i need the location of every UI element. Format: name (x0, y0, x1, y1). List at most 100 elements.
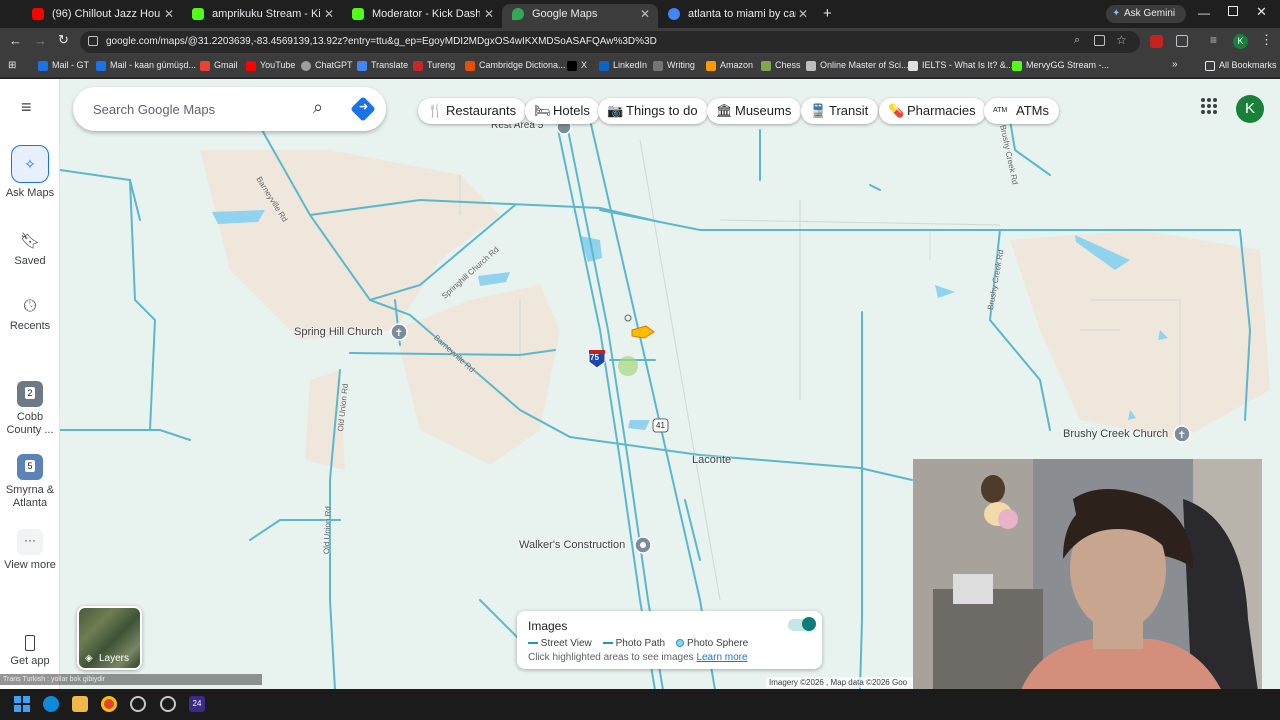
close-tab-icon[interactable]: ✕ (798, 4, 808, 24)
tureng-icon (413, 61, 423, 71)
browser-tab-kick-moderator[interactable]: Moderator - Kick Dashboard ✕ (342, 4, 502, 28)
images-title: Images (528, 619, 568, 633)
bookmark-star-icon[interactable]: ☆ (1116, 33, 1127, 47)
close-window-icon[interactable]: ✕ (1256, 4, 1267, 20)
view-more-button[interactable]: ··· View more (0, 529, 60, 572)
rail-label: Cobb County ... (6, 411, 54, 436)
ask-gemini-button[interactable]: ✦ Ask Gemini (1106, 5, 1186, 23)
browser-tab-kick-stream[interactable]: amprikuku Stream - Kick Dashb ✕ (182, 4, 342, 28)
chip-pharmacies[interactable]: 💊 Pharmacies (879, 98, 986, 124)
atm-icon: ATM (993, 107, 1008, 114)
close-tab-icon[interactable]: ✕ (484, 4, 494, 24)
bookmark-item[interactable]: Tureng (413, 60, 455, 71)
pegman-icon[interactable] (631, 325, 655, 339)
bookmark-item[interactable]: ChatGPT (301, 60, 353, 71)
place-label[interactable]: Spring Hill Church (294, 326, 383, 338)
chatgpt-app-icon[interactable] (130, 696, 146, 712)
google-apps-icon[interactable] (1201, 98, 1217, 114)
get-app-button[interactable]: Get app (0, 635, 60, 668)
menu-hamburger-icon[interactable]: ≡ (21, 98, 39, 116)
chip-things-to-do[interactable]: 📷 Things to do (598, 98, 708, 124)
images-panel: Images Street View Photo Path Photo Sphe… (517, 611, 822, 669)
close-tab-icon[interactable]: ✕ (640, 4, 650, 24)
sidepanel-icon[interactable]: ≡ (1210, 33, 1217, 47)
maximize-icon[interactable] (1228, 6, 1238, 16)
place-label[interactable]: Brushy Creek Church (1063, 428, 1168, 440)
file-explorer-icon[interactable] (72, 696, 88, 712)
bookmark-item[interactable]: MervyGG Stream -... (1012, 60, 1110, 71)
bookmark-item[interactable]: Cambridge Dictiona... (465, 60, 566, 71)
chip-museums[interactable]: 🏛 Museums (707, 98, 802, 124)
browser-tab-google-search[interactable]: atlanta to miami by car - Goog ✕ (658, 4, 816, 28)
layers-button[interactable]: ◈ Layers (77, 606, 142, 670)
more-dots-icon: ··· (17, 529, 43, 555)
bookmark-item[interactable]: Mail - kaan gümüşd... (96, 60, 196, 71)
bookmark-item[interactable]: YouTube (246, 60, 295, 71)
ask-maps-button[interactable]: ✧ Ask Maps (0, 145, 60, 200)
browser-tab-google-maps[interactable]: Google Maps ✕ (502, 4, 658, 28)
cambridge-icon (465, 61, 475, 71)
bookmark-item[interactable]: Mail - GT (38, 60, 89, 71)
camera-icon: 📷 (607, 103, 624, 118)
site-info-icon[interactable] (88, 36, 98, 46)
all-bookmarks-folder[interactable]: All Bookmarks (1205, 60, 1277, 71)
hint-text: Click highlighted areas to see images (528, 652, 694, 663)
bookmark-item[interactable]: Translate (357, 60, 408, 71)
obs-icon[interactable] (160, 696, 176, 712)
chip-transit[interactable]: 🚆 Transit (801, 98, 879, 124)
chip-hotels[interactable]: 🛏 Hotels (525, 98, 600, 124)
address-bar[interactable]: google.com/maps/@31.2203639,-83.4569139,… (80, 31, 1140, 53)
app-24-icon[interactable]: 24 (189, 696, 205, 712)
chip-atms[interactable]: ATM ATMs (984, 98, 1059, 124)
edge-icon[interactable] (43, 696, 59, 712)
close-tab-icon[interactable]: ✕ (324, 4, 334, 24)
chrome-icon[interactable] (101, 696, 117, 712)
close-tab-icon[interactable]: ✕ (164, 4, 174, 24)
new-tab-button[interactable]: + (823, 5, 832, 22)
course-icon (806, 61, 816, 71)
bookmark-item[interactable]: Amazon (706, 60, 753, 71)
bookmark-item[interactable]: Gmail (200, 60, 238, 71)
search-input[interactable] (93, 99, 303, 119)
profile-avatar[interactable]: K (1233, 34, 1248, 49)
bookmark-item[interactable]: Online Master of Sci... (806, 60, 909, 71)
images-toggle[interactable] (788, 617, 816, 631)
browser-menu-icon[interactable]: ⋮ (1260, 32, 1273, 48)
street-view-marker[interactable] (618, 356, 638, 376)
recent-smyrna-atlanta[interactable]: 5 Smyrna & Atlanta (0, 454, 60, 510)
recent-cobb-county[interactable]: 2 Cobb County ... (0, 381, 60, 437)
recents-button[interactable]: 🕓︎ Recents (0, 298, 60, 333)
install-app-icon[interactable] (1094, 35, 1105, 46)
photo-path-line-icon (602, 642, 613, 645)
windows-start-icon[interactable] (14, 696, 30, 712)
place-label[interactable]: Laconte (692, 454, 731, 466)
bookmark-label: MervyGG Stream -... (1026, 60, 1110, 70)
bookmark-item[interactable]: Writing (653, 60, 695, 71)
extensions-puzzle-icon[interactable] (1176, 35, 1188, 47)
minimize-icon[interactable]: — (1198, 6, 1210, 20)
more-bookmarks-icon[interactable]: » (1172, 59, 1178, 70)
reload-icon[interactable]: ↻ (58, 32, 69, 48)
search-icon[interactable]: ⌕ (313, 97, 323, 118)
saved-button[interactable]: 🔖︎ Saved (0, 231, 60, 268)
bookmark-label: Writing (667, 60, 695, 70)
recent-count-badge: 5 (25, 460, 35, 472)
bookmark-item[interactable]: Chess (761, 60, 801, 71)
learn-more-link[interactable]: Learn more (696, 652, 747, 663)
bookmark-item[interactable]: X (567, 60, 587, 71)
browser-tab-youtube[interactable]: (96) Chillout Jazz House Music ✕ (22, 4, 182, 28)
bookmark-item[interactable]: LinkedIn (599, 60, 648, 71)
layers-icon: ◈ (85, 653, 93, 664)
chip-restaurants[interactable]: 🍴 Restaurants (418, 98, 527, 124)
bookmark-item[interactable]: IELTS - What Is It? &... (908, 60, 1013, 71)
apps-grid-icon[interactable]: ⊞ (8, 60, 16, 71)
extension-icon[interactable] (1150, 35, 1163, 48)
place-label[interactable]: Walker's Construction (519, 539, 625, 551)
back-icon[interactable]: ← (9, 33, 22, 48)
forward-icon[interactable]: → (34, 33, 47, 48)
bookmark-label: All Bookmarks (1219, 60, 1277, 70)
restaurant-icon: 🍴 (427, 103, 444, 118)
bookmark-label: LinkedIn (613, 60, 648, 70)
zoom-icon[interactable]: ⌕ (1074, 34, 1080, 47)
account-avatar[interactable]: K (1236, 95, 1264, 123)
